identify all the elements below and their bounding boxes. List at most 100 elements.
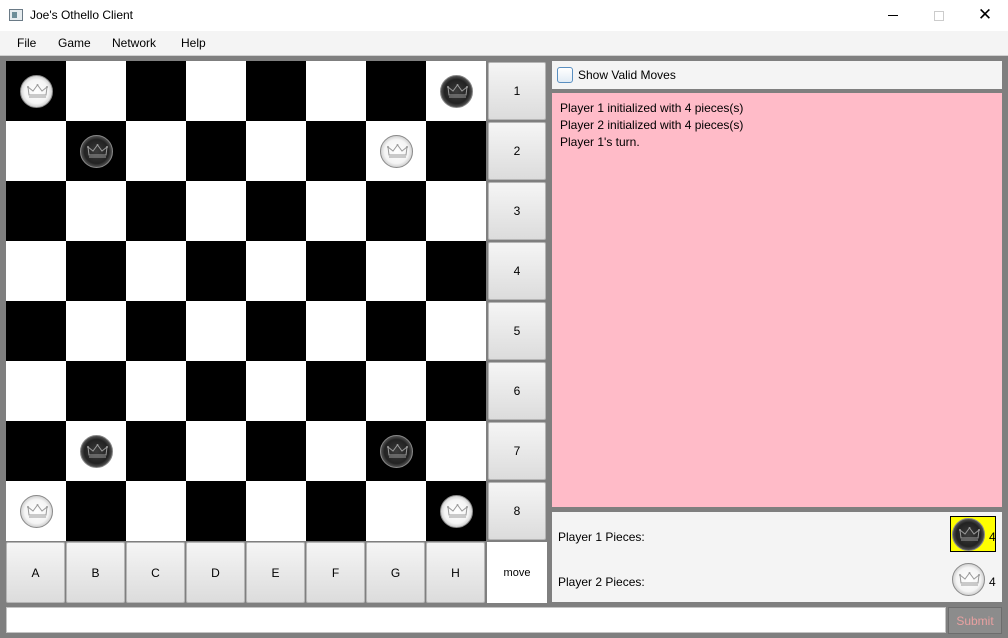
board-cell-f8[interactable]	[306, 481, 366, 541]
board-cell-b5[interactable]	[66, 301, 126, 361]
board-cell-c2[interactable]	[126, 121, 186, 181]
board-cell-e7[interactable]	[246, 421, 306, 481]
board-cell-h2[interactable]	[426, 121, 486, 181]
board-cell-a5[interactable]	[6, 301, 66, 361]
row-button-4[interactable]: 4	[488, 242, 546, 300]
board-cell-g2[interactable]	[366, 121, 426, 181]
board-cell-e8[interactable]	[246, 481, 306, 541]
board-cell-a1[interactable]	[6, 61, 66, 121]
menu-game[interactable]: Game	[58, 36, 91, 50]
board-cell-e5[interactable]	[246, 301, 306, 361]
black-piece	[440, 75, 473, 108]
board-cell-f6[interactable]	[306, 361, 366, 421]
board-cell-a3[interactable]	[6, 181, 66, 241]
column-button-h[interactable]: H	[426, 542, 485, 603]
board-cell-g4[interactable]	[366, 241, 426, 301]
board-cell-d2[interactable]	[186, 121, 246, 181]
board-cell-c3[interactable]	[126, 181, 186, 241]
menu-file[interactable]: File	[17, 36, 36, 50]
board-cell-h6[interactable]	[426, 361, 486, 421]
column-button-c[interactable]: C	[126, 542, 185, 603]
row-button-6[interactable]: 6	[488, 362, 546, 420]
row-button-7[interactable]: 7	[488, 422, 546, 480]
column-button-b[interactable]: B	[66, 542, 125, 603]
board-cell-g5[interactable]	[366, 301, 426, 361]
board-cell-b7[interactable]	[66, 421, 126, 481]
submit-button[interactable]: Submit	[948, 607, 1002, 634]
menu-help[interactable]: Help	[181, 36, 206, 50]
row-button-5[interactable]: 5	[488, 302, 546, 360]
board-cell-f7[interactable]	[306, 421, 366, 481]
board-cell-c4[interactable]	[126, 241, 186, 301]
board-cell-e3[interactable]	[246, 181, 306, 241]
board-cell-f1[interactable]	[306, 61, 366, 121]
board-cell-f2[interactable]	[306, 121, 366, 181]
main-content: 12345678 ABCDEFGH move Show Valid Moves …	[0, 56, 1008, 638]
board-cell-b1[interactable]	[66, 61, 126, 121]
board-cell-h8[interactable]	[426, 481, 486, 541]
column-button-f[interactable]: F	[306, 542, 365, 603]
board-cell-c8[interactable]	[126, 481, 186, 541]
row-button-8[interactable]: 8	[488, 482, 546, 540]
board-cell-a2[interactable]	[6, 121, 66, 181]
board-cell-h1[interactable]	[426, 61, 486, 121]
crown-icon	[87, 144, 108, 158]
board-cell-a6[interactable]	[6, 361, 66, 421]
close-button[interactable]: ✕	[962, 0, 1008, 31]
board-cell-d8[interactable]	[186, 481, 246, 541]
board-cell-d4[interactable]	[186, 241, 246, 301]
board-cell-g3[interactable]	[366, 181, 426, 241]
show-valid-moves-checkbox[interactable]	[557, 67, 573, 83]
board-cell-f3[interactable]	[306, 181, 366, 241]
board-cell-a4[interactable]	[6, 241, 66, 301]
board-cell-h4[interactable]	[426, 241, 486, 301]
maximize-button[interactable]	[916, 0, 962, 31]
menu-network[interactable]: Network	[112, 36, 156, 50]
board-cell-h7[interactable]	[426, 421, 486, 481]
white-piece	[440, 495, 473, 528]
board-cell-f5[interactable]	[306, 301, 366, 361]
row-button-1[interactable]: 1	[488, 62, 546, 120]
board-cell-b8[interactable]	[66, 481, 126, 541]
board-cell-e6[interactable]	[246, 361, 306, 421]
command-input[interactable]	[6, 607, 946, 633]
crown-icon	[447, 504, 468, 518]
board-cell-c1[interactable]	[126, 61, 186, 121]
board-cell-d5[interactable]	[186, 301, 246, 361]
board-cell-e4[interactable]	[246, 241, 306, 301]
board-cell-b6[interactable]	[66, 361, 126, 421]
board-cell-d3[interactable]	[186, 181, 246, 241]
row-button-2[interactable]: 2	[488, 122, 546, 180]
white-piece	[20, 495, 53, 528]
board-cell-g1[interactable]	[366, 61, 426, 121]
board-cell-b2[interactable]	[66, 121, 126, 181]
column-button-e[interactable]: E	[246, 542, 305, 603]
minimize-button[interactable]	[870, 0, 916, 31]
column-button-d[interactable]: D	[186, 542, 245, 603]
board-cell-d1[interactable]	[186, 61, 246, 121]
board-cell-d6[interactable]	[186, 361, 246, 421]
column-button-g[interactable]: G	[366, 542, 425, 603]
board-cell-g6[interactable]	[366, 361, 426, 421]
board-cell-c5[interactable]	[126, 301, 186, 361]
board-cell-f4[interactable]	[306, 241, 366, 301]
show-valid-moves-label[interactable]: Show Valid Moves	[578, 68, 676, 82]
board-cell-a8[interactable]	[6, 481, 66, 541]
board-cell-a7[interactable]	[6, 421, 66, 481]
board-cell-h3[interactable]	[426, 181, 486, 241]
board-cell-g7[interactable]	[366, 421, 426, 481]
column-button-a[interactable]: A	[6, 542, 65, 603]
player1-pieces-label: Player 1 Pieces:	[558, 530, 645, 544]
board-cell-d7[interactable]	[186, 421, 246, 481]
row-button-3[interactable]: 3	[488, 182, 546, 240]
board-cell-c6[interactable]	[126, 361, 186, 421]
board-cell-e1[interactable]	[246, 61, 306, 121]
window-title: Joe's Othello Client	[30, 8, 134, 22]
board-cell-b3[interactable]	[66, 181, 126, 241]
board-cell-g8[interactable]	[366, 481, 426, 541]
crown-icon	[959, 527, 980, 541]
board-cell-h5[interactable]	[426, 301, 486, 361]
board-cell-c7[interactable]	[126, 421, 186, 481]
board-cell-e2[interactable]	[246, 121, 306, 181]
board-cell-b4[interactable]	[66, 241, 126, 301]
